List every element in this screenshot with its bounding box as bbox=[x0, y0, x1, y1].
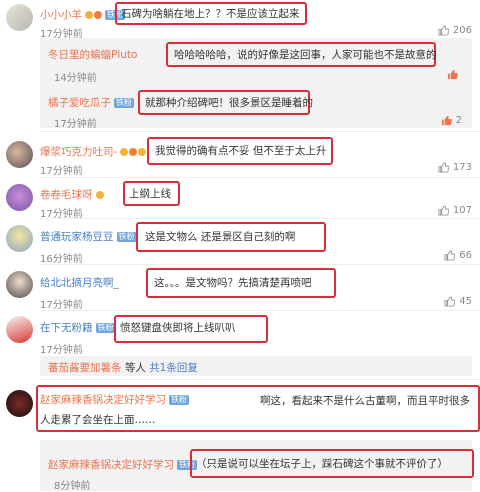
comment-text: 愤怒键盘侠即将上线叭叭 bbox=[120, 322, 236, 334]
username[interactable]: 爆浆巧克力吐司- bbox=[40, 144, 147, 159]
timestamp: 16分钟前 bbox=[40, 254, 83, 265]
username[interactable]: 橘子爱吃瓜子 铁粉 bbox=[48, 95, 134, 110]
username[interactable]: 普通玩家杨豆豆 铁粉 bbox=[40, 229, 137, 244]
comment-item: 卷卷毛球呀 上纲上线 17分钟前 107 bbox=[0, 178, 480, 220]
vip-icons bbox=[84, 9, 102, 21]
comment-text: 这。。。是文物吗？先搞清楚再喷吧 bbox=[154, 277, 312, 289]
reply-count-link[interactable]: 共1条回复 bbox=[149, 362, 198, 374]
comment-text: 这是文物么 还是景区自己刻的啊 bbox=[145, 231, 296, 243]
username[interactable]: 在下无粉籍 铁粉 bbox=[40, 320, 116, 335]
fan-badge: 铁粉 bbox=[95, 323, 116, 333]
username[interactable]: 赵家麻辣香锅决定好好学习 铁粉 bbox=[48, 457, 197, 472]
timestamp: 17分钟前 bbox=[40, 300, 83, 311]
thumbs-up-icon bbox=[444, 296, 456, 307]
comment-text: （只是说可以坐在坛子上，踩石碑这个事就不评价了） bbox=[196, 458, 448, 470]
timestamp: 8分钟前 bbox=[54, 481, 91, 492]
thumbs-up-icon bbox=[447, 69, 458, 80]
comment-text: 啊这，看起来不是什么古董啊，而且平时很多人走累了会坐在上面…… bbox=[40, 395, 470, 426]
comment-item: 普通玩家杨豆豆 铁粉 这是文物么 还是景区自己刻的啊 16分钟前 66 bbox=[0, 219, 480, 265]
comment-text: 哈哈哈哈哈，说的好像是这回事，人家可能也不是故意的 bbox=[174, 49, 437, 61]
username[interactable]: 卷卷毛球呀 bbox=[40, 187, 104, 202]
username[interactable]: 给北北摘月亮啊_ bbox=[40, 275, 119, 290]
reply-summary[interactable]: 蕃茄酱要加薯条 等人 共1条回复 bbox=[0, 356, 480, 376]
avatar[interactable] bbox=[6, 390, 33, 417]
comment-text: 石碑为啥躺在地上？？不是应该立起来 bbox=[121, 8, 300, 20]
like-button[interactable]: 2 bbox=[441, 115, 462, 126]
like-button[interactable]: 206 bbox=[438, 25, 472, 36]
comment-item: 在下无粉籍 铁粉 愤怒键盘侠即将上线叭叭 17分钟前 bbox=[0, 311, 480, 356]
thumbs-up-icon bbox=[441, 115, 452, 126]
like-button[interactable]: 107 bbox=[438, 205, 472, 216]
avatar[interactable] bbox=[6, 4, 33, 31]
vip-icons bbox=[119, 146, 147, 158]
like-button[interactable] bbox=[447, 69, 462, 80]
like-button[interactable]: 66 bbox=[444, 250, 472, 261]
comment-text: 上纲上线 bbox=[129, 188, 171, 200]
reply-suffix: 等人 bbox=[124, 362, 146, 374]
thumbs-up-icon bbox=[438, 25, 449, 36]
avatar[interactable] bbox=[6, 316, 33, 343]
timestamp: 17分钟前 bbox=[40, 345, 83, 356]
thumbs-up-icon bbox=[438, 205, 449, 216]
comment-text: 我觉得的确有点不妥 但不至于太上升 bbox=[155, 145, 327, 157]
thumbs-up-icon bbox=[444, 250, 456, 261]
comment-text: 就那种介绍碑吧！很多景区是睡着的 bbox=[145, 97, 313, 109]
timestamp: 17分钟前 bbox=[40, 166, 83, 177]
fan-badge: 铁粉 bbox=[116, 232, 137, 242]
username[interactable]: 小小小羊 铁粉 bbox=[40, 7, 125, 22]
timestamp: 17分钟前 bbox=[54, 119, 97, 130]
avatar[interactable] bbox=[6, 225, 33, 252]
username[interactable]: 冬日里的蝙蝠Pluto bbox=[48, 47, 137, 62]
like-button[interactable]: 45 bbox=[444, 296, 472, 307]
avatar[interactable] bbox=[6, 184, 33, 211]
comment-item: 给北北摘月亮啊_ 这。。。是文物吗？先搞清楚再喷吧 17分钟前 45 bbox=[0, 265, 480, 311]
reply-user[interactable]: 蕃茄酱要加薯条 bbox=[48, 362, 122, 374]
comment-item: 小小小羊 铁粉 石碑为啥躺在地上？？不是应该立起来 17分钟前 206 bbox=[0, 0, 480, 40]
reply-item: 冬日里的蝙蝠Pluto 哈哈哈哈哈，说的好像是这回事，人家可能也不是故意的 14… bbox=[0, 38, 480, 84]
comment-item: 爆浆巧克力吐司- 我觉得的确有点不妥 但不至于太上升 17分钟前 173 bbox=[0, 132, 480, 177]
comment-item: 赵家麻辣香锅决定好好学习 铁粉 啊这，看起来不是什么古董啊，而且平时很多人走累了会… bbox=[0, 380, 480, 438]
avatar[interactable] bbox=[6, 271, 33, 298]
thumbs-up-icon bbox=[438, 162, 449, 173]
reply-item: 橘子爱吃瓜子 铁粉 就那种介绍碑吧！很多景区是睡着的 17分钟前 2 bbox=[0, 82, 480, 130]
like-button[interactable]: 173 bbox=[438, 162, 472, 173]
fan-badge: 铁粉 bbox=[114, 98, 134, 108]
reply-item: 赵家麻辣香锅决定好好学习 铁粉 （只是说可以坐在坛子上，踩石碑这个事就不评价了） … bbox=[0, 440, 480, 492]
avatar[interactable] bbox=[6, 141, 33, 168]
vip-icons bbox=[95, 189, 104, 201]
